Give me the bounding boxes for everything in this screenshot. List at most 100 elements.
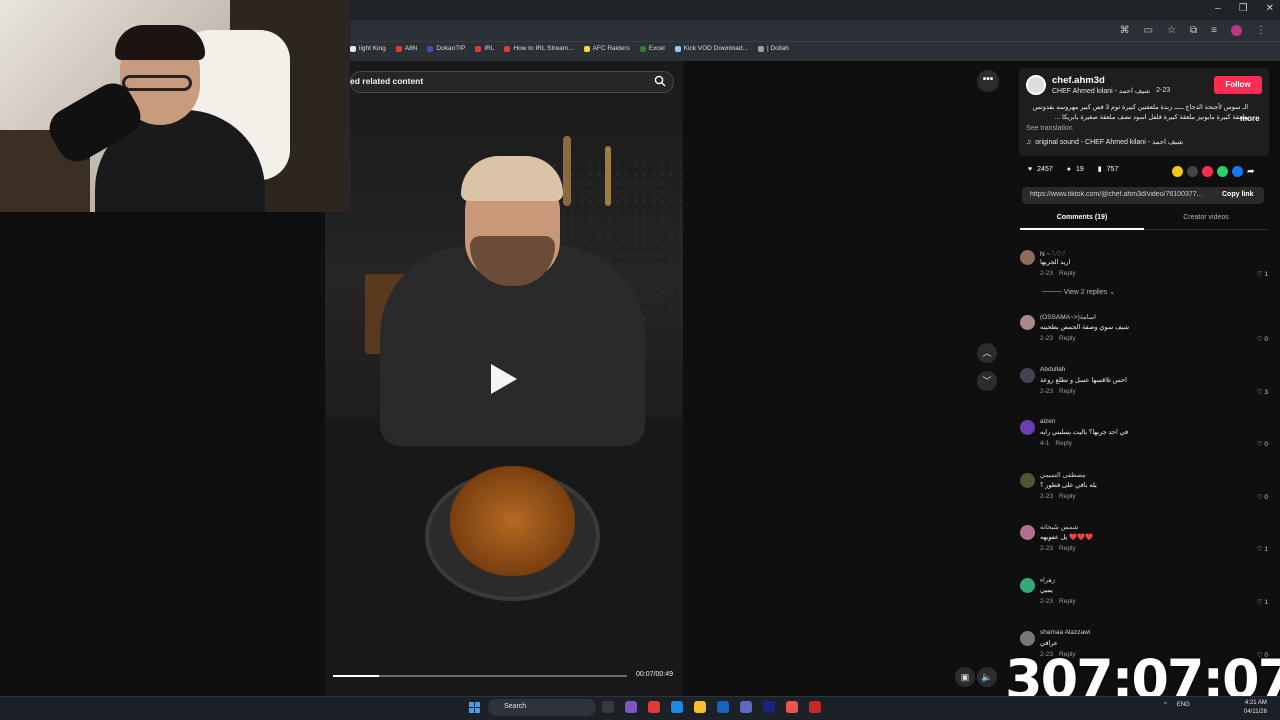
taskbar-app-icon[interactable]: [602, 701, 614, 713]
comment-like[interactable]: ♡ 0: [1257, 440, 1268, 448]
play-icon[interactable]: [491, 364, 517, 394]
maximize-button[interactable]: ❐: [1239, 3, 1248, 14]
taskbar-app-icon[interactable]: [671, 701, 683, 713]
taskbar-app-icon[interactable]: [786, 701, 798, 713]
bookmark-star-icon[interactable]: ☆: [1167, 25, 1176, 36]
post-url[interactable]: https://www.tiktok.com/@chef.ahm3d/video…: [1030, 191, 1216, 198]
windows-start-icon[interactable]: [469, 702, 480, 713]
copy-link-button[interactable]: Copy link: [1222, 191, 1254, 198]
creator-avatar[interactable]: [1026, 75, 1046, 95]
commenter-name[interactable]: زهراء: [1040, 576, 1055, 584]
close-button[interactable]: ✕: [1266, 3, 1274, 14]
taskbar-app-icon[interactable]: [763, 701, 775, 713]
commenter-name[interactable]: (OSSAMA~>)اسامة: [1040, 313, 1096, 321]
bookmark-item[interactable]: light King: [350, 45, 386, 52]
profile-avatar[interactable]: [1231, 25, 1242, 36]
comment-like[interactable]: ♡ 0: [1257, 493, 1268, 501]
commenter-avatar[interactable]: [1020, 250, 1035, 265]
reply-button[interactable]: Reply: [1059, 545, 1076, 552]
sound-link[interactable]: ♫ original sound - CHEF Ahmed kilani - ش…: [1026, 138, 1183, 147]
bookmark-item[interactable]: A8N: [395, 45, 417, 52]
pip-button[interactable]: ▣: [955, 667, 975, 687]
system-tray[interactable]: ^ ENG: [1164, 702, 1190, 708]
follow-button[interactable]: Follow: [1214, 76, 1262, 94]
post-actions: ♥ 2457 ● 19 ▮ 757: [1028, 165, 1119, 174]
see-translation-link[interactable]: See translation: [1026, 125, 1073, 132]
share-option-icon[interactable]: [1232, 166, 1243, 177]
commenter-avatar[interactable]: [1020, 473, 1035, 488]
like-action[interactable]: ♥ 2457: [1028, 166, 1053, 173]
commenter-avatar[interactable]: [1020, 578, 1035, 593]
menu-icon[interactable]: ⋮: [1256, 25, 1266, 36]
taskbar-app-icon[interactable]: [809, 701, 821, 713]
taskbar-search-label[interactable]: Search: [504, 703, 526, 710]
bookmark-favicon-icon: [350, 45, 356, 52]
share-option-icon[interactable]: [1172, 166, 1183, 177]
language-indicator[interactable]: ENG: [1177, 702, 1190, 708]
extensions-icon[interactable]: ⧉: [1190, 25, 1197, 36]
cast-icon[interactable]: ▭: [1144, 25, 1153, 36]
share-arrow-icon[interactable]: ➦: [1247, 166, 1255, 177]
save-action[interactable]: ▮ 757: [1098, 165, 1119, 174]
taskbar-app-icon[interactable]: [648, 701, 660, 713]
commenter-avatar[interactable]: [1020, 368, 1035, 383]
reply-button[interactable]: Reply: [1059, 335, 1076, 342]
bookmark-item[interactable]: How to IRL Stream...: [504, 45, 574, 52]
taskbar-app-icon[interactable]: [740, 701, 752, 713]
sidebar-icon[interactable]: ≡: [1211, 25, 1217, 36]
reply-button[interactable]: Reply: [1059, 388, 1076, 395]
bookmark-item[interactable]: | Dollah: [757, 45, 789, 52]
comment-like[interactable]: ♡ 1: [1257, 270, 1268, 278]
window-controls[interactable]: – ❐ ✕: [1215, 3, 1274, 14]
bookmark-favicon-icon: [583, 45, 590, 52]
bookmark-item[interactable]: DokanTIP: [427, 45, 465, 52]
bookmark-item[interactable]: Kick VOD Download...: [674, 45, 748, 52]
volume-button[interactable]: 🔈: [977, 667, 997, 687]
reply-button[interactable]: Reply: [1055, 440, 1072, 447]
comment-like[interactable]: ♡ 1: [1257, 598, 1268, 606]
reply-button[interactable]: Reply: [1059, 598, 1076, 605]
description-more-link[interactable]: more: [1240, 114, 1260, 123]
bookmark-item[interactable]: AFC Raiders: [583, 45, 630, 52]
creator-username[interactable]: chef.ahm3d: [1052, 75, 1105, 86]
next-video-button[interactable]: ﹀: [977, 371, 997, 391]
taskbar-app-icon[interactable]: [717, 701, 729, 713]
clock-time: 4:21 AM: [1244, 700, 1267, 706]
share-option-icon[interactable]: [1187, 166, 1198, 177]
commenter-name[interactable]: aizen: [1040, 418, 1056, 425]
previous-video-button[interactable]: ︿: [977, 343, 997, 363]
comment-meta: 2-23 Reply: [1040, 545, 1082, 552]
tray-overflow-icon[interactable]: ^: [1164, 702, 1167, 708]
comment-like[interactable]: ♡ 3: [1257, 388, 1268, 396]
video-scene-utensil: [563, 136, 571, 206]
comment-like[interactable]: ♡ 1: [1257, 545, 1268, 553]
bookmark-item[interactable]: Excel: [639, 45, 665, 52]
tab-comments[interactable]: Comments (19): [1020, 214, 1144, 221]
bookmark-item[interactable]: IRL: [475, 45, 494, 52]
commenter-avatar[interactable]: [1020, 420, 1035, 435]
minimize-button[interactable]: –: [1215, 3, 1221, 14]
video-search-text[interactable]: ed related content: [350, 76, 423, 86]
translate-icon[interactable]: ⌘: [1120, 25, 1130, 36]
comment-like[interactable]: ♡ 0: [1257, 335, 1268, 343]
taskbar-clock[interactable]: 4:21 AM 04/11/26: [1244, 699, 1267, 717]
commenter-name[interactable]: shamaa Alazzawi: [1040, 629, 1090, 636]
more-options-button[interactable]: •••: [977, 70, 999, 92]
taskbar-app-icon[interactable]: [694, 701, 706, 713]
commenter-avatar[interactable]: [1020, 631, 1035, 646]
reply-button[interactable]: Reply: [1059, 493, 1076, 500]
share-option-icon[interactable]: [1217, 166, 1228, 177]
reply-button[interactable]: Reply: [1059, 270, 1076, 277]
comment-action[interactable]: ● 19: [1067, 166, 1084, 173]
commenter-avatar[interactable]: [1020, 315, 1035, 330]
commenter-name[interactable]: شمس سُبحانه: [1040, 523, 1078, 531]
search-icon[interactable]: [654, 75, 666, 87]
toolbar-icons[interactable]: ⌘ ▭ ☆ ⧉ ≡ ⋮: [1120, 25, 1266, 36]
taskbar-app-icon[interactable]: [625, 701, 637, 713]
commenter-name[interactable]: Abdullah: [1040, 366, 1065, 373]
share-option-icon[interactable]: [1202, 166, 1213, 177]
commenter-name[interactable]: مصطفى التميمي: [1040, 471, 1086, 479]
view-replies-link[interactable]: ──── View 2 replies ⌄: [1042, 288, 1115, 296]
commenter-avatar[interactable]: [1020, 525, 1035, 540]
tab-creator-videos[interactable]: Creator videos: [1144, 214, 1268, 221]
